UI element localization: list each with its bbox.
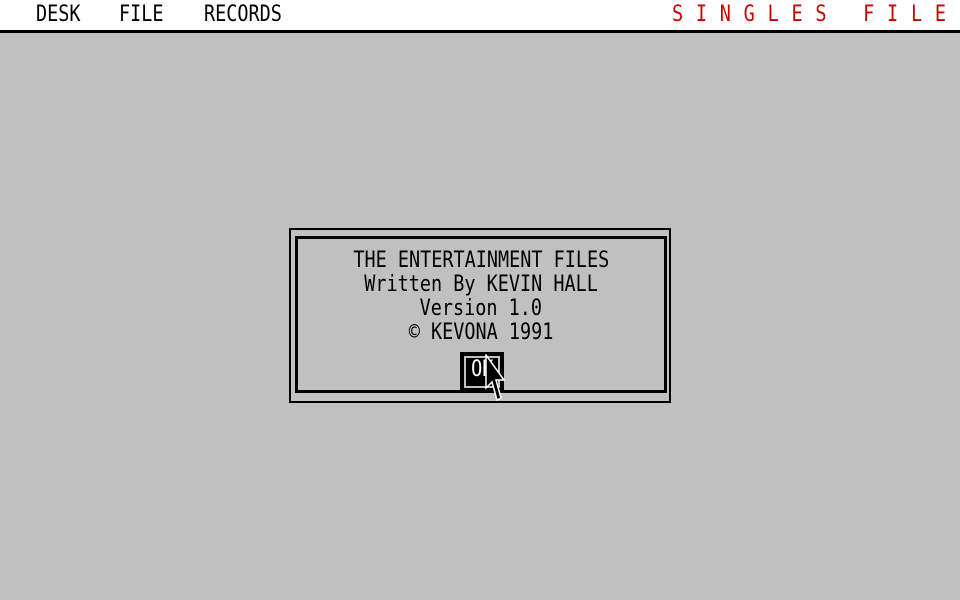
app-title: SINGLES FILE bbox=[672, 2, 959, 27]
ok-button-label: OK bbox=[470, 357, 494, 382]
dialog-author: Written By KEVIN HALL bbox=[364, 272, 598, 297]
dialog-version-line: Version 1.0 bbox=[298, 297, 664, 321]
dialog-title-line: THE ENTERTAINMENT FILES bbox=[298, 249, 664, 273]
about-dialog-frame: THE ENTERTAINMENT FILES Written By KEVIN… bbox=[295, 236, 667, 393]
about-dialog: THE ENTERTAINMENT FILES Written By KEVIN… bbox=[289, 228, 671, 403]
menu-records[interactable]: RECORDS bbox=[204, 2, 282, 28]
ok-button[interactable]: OK bbox=[460, 352, 504, 392]
dialog-copyright: © KEVONA 1991 bbox=[408, 320, 554, 345]
dialog-copyright-line: © KEVONA 1991 bbox=[298, 321, 664, 345]
menu-desk[interactable]: DESK bbox=[36, 2, 81, 28]
dialog-title: THE ENTERTAINMENT FILES bbox=[353, 248, 609, 273]
menu-bar: DESK FILE RECORDS SINGLES FILE bbox=[0, 0, 960, 33]
dialog-author-line: Written By KEVIN HALL bbox=[298, 273, 664, 297]
menu-file[interactable]: FILE bbox=[119, 2, 164, 28]
dialog-version: Version 1.0 bbox=[419, 296, 543, 321]
